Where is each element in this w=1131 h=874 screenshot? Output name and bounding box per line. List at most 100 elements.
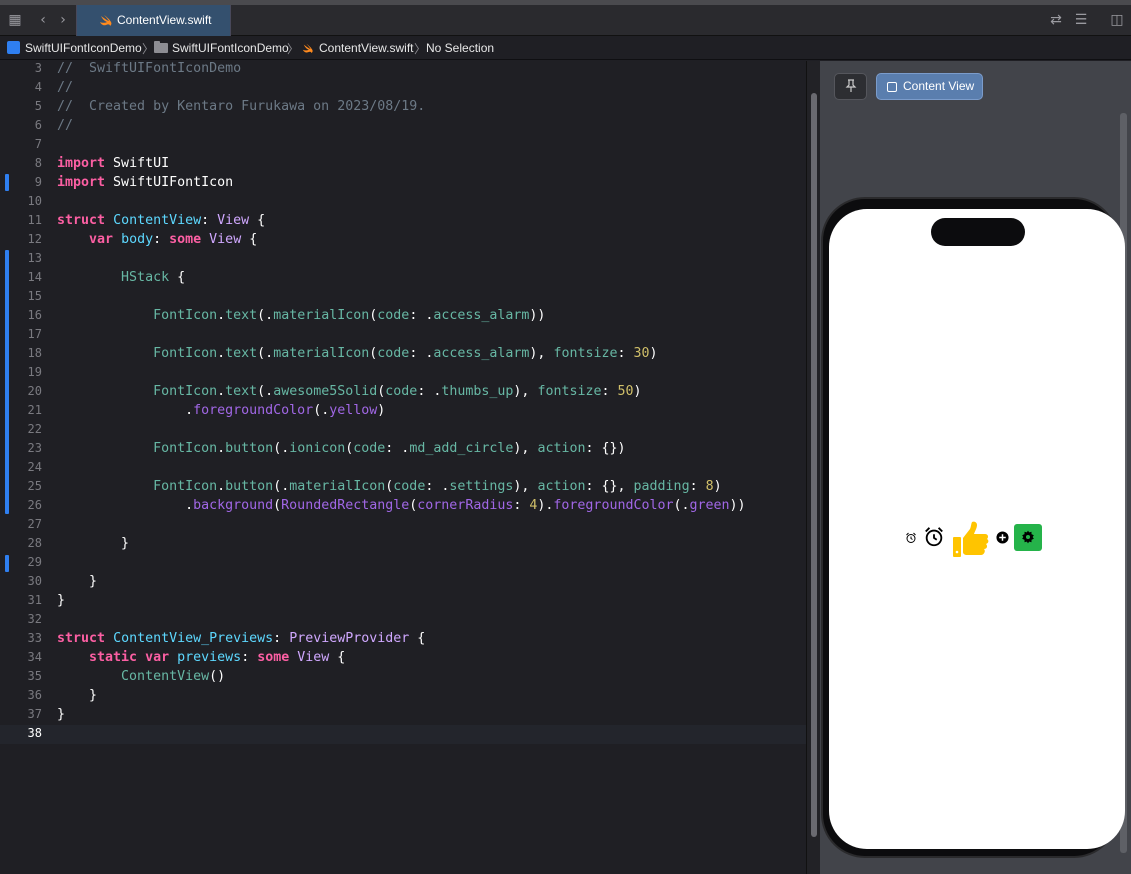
line-number: 11: [27, 213, 42, 227]
code-line[interactable]: 30 }: [0, 572, 806, 591]
code-line[interactable]: 29: [0, 553, 806, 572]
code-token: .: [217, 479, 226, 494]
code-line[interactable]: 25 FontIcon.button(.materialIcon(code: .…: [0, 477, 806, 496]
code-token: :: [601, 384, 618, 399]
line-number: 21: [27, 403, 42, 417]
code-token: FontIcon: [153, 346, 218, 361]
code-editor[interactable]: 3 // SwiftUIFontIconDemo 4 // 5 // Created by…: [0, 61, 806, 874]
code-line[interactable]: 38: [0, 724, 806, 743]
tab-bar: ▦ ‹ › ContentView.swift ⇄ ☰ ◫: [0, 0, 1131, 36]
line-number: 16: [27, 308, 42, 322]
code-line[interactable]: 18 FontIcon.text(.materialIcon(code: .ac…: [0, 344, 806, 363]
code-token: materialIcon: [273, 346, 370, 361]
code-line[interactable]: 26 .background(RoundedRectangle(cornerRa…: [0, 496, 806, 515]
code-line[interactable]: 9 import SwiftUIFontIcon: [0, 173, 806, 192]
code-token: View: [297, 650, 330, 665]
line-number: 7: [34, 137, 42, 151]
code-token: (.: [257, 308, 274, 323]
code-line[interactable]: 12 var body: some View {: [0, 230, 806, 249]
code-text: }: [57, 686, 97, 705]
code-token: //: [57, 80, 74, 95]
code-line[interactable]: 33 struct ContentView_Previews: PreviewPr…: [0, 629, 806, 648]
line-number: 24: [27, 460, 42, 474]
code-token: static: [89, 650, 138, 665]
code-line[interactable]: 3 // SwiftUIFontIconDemo: [0, 59, 806, 78]
swap-icon[interactable]: ⇄: [1047, 11, 1065, 29]
code-line[interactable]: 19: [0, 363, 806, 382]
line-number: 32: [27, 612, 42, 626]
code-line[interactable]: 7: [0, 135, 806, 154]
code-token: FontIcon: [153, 308, 218, 323]
code-line[interactable]: 14 HStack {: [0, 268, 806, 287]
pin-button[interactable]: [834, 73, 867, 100]
line-number: 14: [27, 270, 42, 284]
code-token: ),: [513, 441, 538, 456]
tab-contentview[interactable]: ContentView.swift: [76, 5, 231, 36]
editor-scrollbar-thumb[interactable]: [811, 93, 817, 837]
code-token: (): [209, 669, 226, 684]
line-number: 13: [27, 251, 42, 265]
code-token: {: [329, 650, 346, 665]
code-line[interactable]: 20 FontIcon.text(.awesome5Solid(code: .t…: [0, 382, 806, 401]
code-line[interactable]: 16 FontIcon.text(.materialIcon(code: .ac…: [0, 306, 806, 325]
code-line[interactable]: 23 FontIcon.button(.ionicon(code: .md_ad…: [0, 439, 806, 458]
code-line[interactable]: 22: [0, 420, 806, 439]
breadcrumb-separator: 〉: [414, 42, 427, 56]
breadcrumb-file[interactable]: ContentView.swift: [319, 41, 414, 55]
line-number: 18: [27, 346, 42, 360]
code-line[interactable]: 4 //: [0, 78, 806, 97]
line-number: 37: [27, 707, 42, 721]
code-line[interactable]: 8 import SwiftUI: [0, 154, 806, 173]
code-token: 50: [617, 384, 634, 399]
code-token: ionicon: [289, 441, 346, 456]
code-line[interactable]: 34 static var previews: some View {: [0, 648, 806, 667]
code-line[interactable]: 28 }: [0, 534, 806, 553]
code-line[interactable]: 32: [0, 610, 806, 629]
project-icon: [7, 41, 20, 54]
editor-scrollbar[interactable]: [806, 61, 820, 874]
code-token: )): [729, 498, 746, 513]
code-token: : .: [417, 384, 442, 399]
editor-options-icon[interactable]: ☰: [1072, 11, 1090, 29]
split-editor-icon[interactable]: ◫: [1108, 11, 1126, 29]
code-line[interactable]: 13: [0, 249, 806, 268]
code-line[interactable]: 5 // Created by Kentaro Furukawa on 2023/…: [0, 97, 806, 116]
code-line[interactable]: 35 ContentView(): [0, 667, 806, 686]
code-line[interactable]: 11 struct ContentView: View {: [0, 211, 806, 230]
content-view-preview-button[interactable]: Content View: [876, 73, 983, 100]
code-line[interactable]: 24: [0, 458, 806, 477]
breadcrumb-selection[interactable]: No Selection: [426, 41, 494, 55]
grid-icon[interactable]: ▦: [6, 11, 24, 29]
code-line[interactable]: 27: [0, 515, 806, 534]
chevron-left-icon[interactable]: ‹: [34, 11, 52, 29]
code-token: cornerRadius: [417, 498, 514, 513]
code-line[interactable]: 15: [0, 287, 806, 306]
add-circle-icon[interactable]: [996, 531, 1009, 544]
code-line[interactable]: 31}: [0, 591, 806, 610]
code-token: var: [145, 650, 170, 665]
code-token: FontIcon: [153, 441, 218, 456]
code-line[interactable]: 6 //: [0, 116, 806, 135]
code-token: :: [273, 631, 290, 646]
settings-button[interactable]: [1014, 524, 1042, 551]
code-line[interactable]: 10: [0, 192, 806, 211]
code-token: padding: [633, 479, 690, 494]
code-line[interactable]: 17: [0, 325, 806, 344]
breadcrumb-folder[interactable]: SwiftUIFontIconDemo: [172, 41, 289, 55]
code-token: (.: [673, 498, 690, 513]
code-text: static var previews: some View {: [57, 648, 345, 667]
code-token: View: [217, 213, 250, 228]
code-token: some: [257, 650, 290, 665]
breadcrumb-project[interactable]: SwiftUIFontIconDemo: [25, 41, 142, 55]
chevron-right-icon[interactable]: ›: [54, 11, 72, 29]
code-line[interactable]: 21 .foregroundColor(.yellow): [0, 401, 806, 420]
code-line[interactable]: 37}: [0, 705, 806, 724]
code-token: struct: [57, 213, 106, 228]
code-line[interactable]: 36 }: [0, 686, 806, 705]
